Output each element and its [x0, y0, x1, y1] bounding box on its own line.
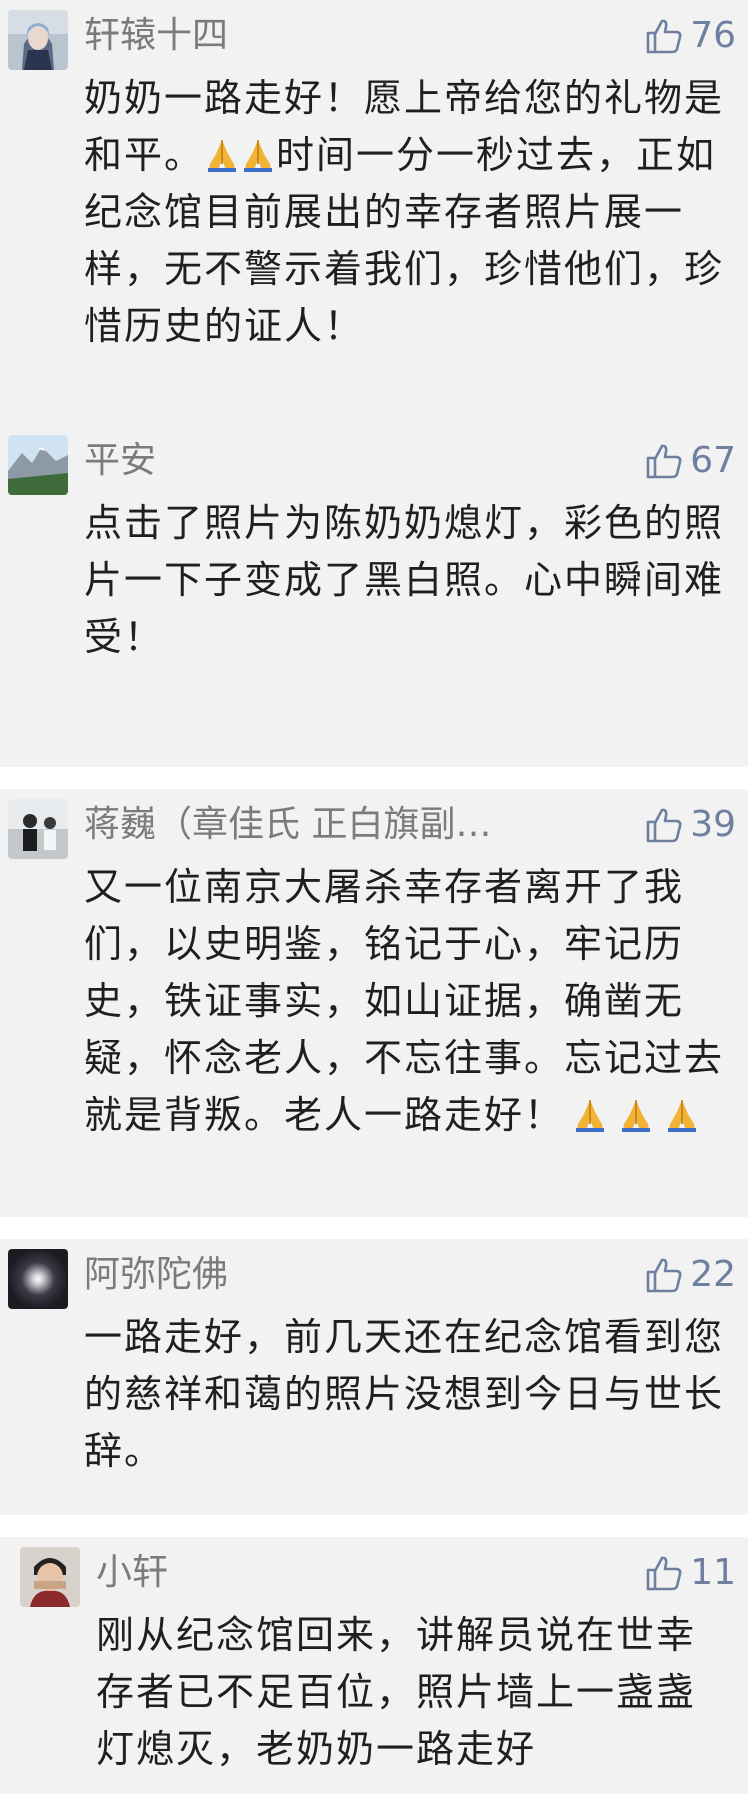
folded-hands-emoji	[574, 1094, 606, 1134]
divider	[0, 767, 748, 789]
avatar[interactable]	[8, 10, 68, 70]
like-button[interactable]: 39	[644, 803, 736, 847]
thumbs-up-icon	[644, 1553, 684, 1593]
comment-author[interactable]: 阿弥陀佛	[84, 1253, 228, 1297]
like-button[interactable]: 22	[644, 1253, 736, 1297]
comment-text: 一路走好，前几天还在纪念馆看到您的慈祥和蔼的照片没想到今日与世长辞。	[84, 1315, 725, 1473]
comment-text: 点击了照片为陈奶奶熄灯，彩色的照片一下子变成了黑白照。心中瞬间难受！	[84, 501, 725, 659]
thumbs-up-icon	[644, 441, 684, 481]
comment-author[interactable]: 轩辕十四	[84, 14, 228, 58]
like-button[interactable]: 76	[644, 14, 736, 58]
like-count: 76	[690, 15, 736, 56]
folded-hands-emoji	[666, 1094, 698, 1134]
avatar[interactable]	[8, 435, 68, 495]
comment-text: 又一位南京大屠杀幸存者离开了我们，以史明鉴，铭记于心，牢记历史，铁证事实，如山证…	[84, 859, 724, 1144]
comment-card: 平安 67 点击了照片为陈奶奶熄灯，彩色的照片一下子变成了黑白照。心中瞬间难受！	[0, 425, 748, 767]
comment-text: 刚从纪念馆回来，讲解员说在世幸存者已不足百位，照片墙上一盏盏灯熄灭，老奶奶一路走…	[96, 1613, 697, 1771]
folded-hands-emoji	[620, 1094, 652, 1134]
thumbs-up-icon	[644, 1255, 684, 1295]
like-count: 22	[690, 1254, 736, 1295]
comment-text: 奶奶一路走好！愿上帝给您的礼物是和平。 时间一分一秒过去，正如纪念馆目前展出的幸存…	[84, 70, 724, 355]
comment-author[interactable]: 小轩	[96, 1551, 168, 1595]
avatar[interactable]	[20, 1547, 80, 1607]
thumbs-up-icon	[644, 16, 684, 56]
comment-card: 轩辕十四 76 奶奶一路走好！愿上帝给您的礼物是和平。 时间一分一秒过去，正如纪念…	[0, 0, 748, 425]
comment-author[interactable]: 平安	[84, 439, 156, 483]
thumbs-up-icon	[644, 805, 684, 845]
folded-hands-emoji	[242, 134, 274, 174]
comment-card: 蒋巍（章佳氏 正白旗副… 39 又一位南京大屠杀幸存者离开了我们，以史明鉴，铭记…	[0, 789, 748, 1217]
like-button[interactable]: 11	[644, 1551, 736, 1595]
comment-card: 小轩 11 刚从纪念馆回来，讲解员说在世幸存者已不足百位，照片墙上一盏盏灯熄灭，…	[0, 1537, 748, 1794]
divider	[0, 1217, 748, 1239]
avatar[interactable]	[8, 1249, 68, 1309]
like-button[interactable]: 67	[644, 439, 736, 483]
comment-author[interactable]: 蒋巍（章佳氏 正白旗副…	[84, 803, 608, 847]
comment-card: 阿弥陀佛 22 一路走好，前几天还在纪念馆看到您的慈祥和蔼的照片没想到今日与世长…	[0, 1239, 748, 1515]
folded-hands-emoji	[206, 134, 238, 174]
avatar[interactable]	[8, 799, 68, 859]
like-count: 67	[690, 440, 736, 481]
divider	[0, 1515, 748, 1537]
like-count: 39	[690, 804, 736, 845]
like-count: 11	[690, 1552, 736, 1593]
